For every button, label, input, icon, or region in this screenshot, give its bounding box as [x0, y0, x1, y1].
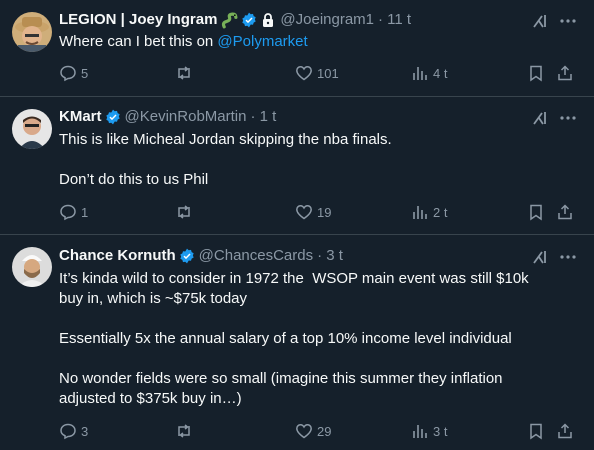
reply-count: 5 — [81, 65, 89, 81]
bookmark-button[interactable] — [527, 63, 545, 83]
views-button[interactable]: 4 t — [411, 63, 447, 83]
tweet-header: LEGION | Joey Ingram @Joeingram1 · 11 t — [59, 10, 411, 30]
retweet-icon — [178, 205, 190, 219]
mention-link[interactable]: @Polymarket — [217, 33, 307, 50]
timestamp[interactable]: · 11 t — [378, 10, 411, 30]
retweet-icon — [178, 424, 190, 438]
tweet-text: Where can I bet this on @Polymarket — [59, 32, 539, 52]
reply-icon — [60, 423, 76, 440]
reply-count: 3 — [81, 423, 89, 439]
reply-feed: LEGION | Joey Ingram @Joeingram1 · 11 t — [0, 0, 594, 450]
share-button[interactable] — [556, 421, 574, 441]
share-icon — [558, 204, 572, 220]
verified-badge-icon — [180, 248, 194, 264]
like-button[interactable]: 19 — [295, 202, 331, 222]
lock-icon — [263, 13, 274, 27]
tweet-text-prefix: Where can I bet this on — [59, 33, 218, 50]
like-count: 101 — [317, 65, 339, 81]
tweet-1[interactable]: LEGION | Joey Ingram @Joeingram1 · 11 t — [0, 0, 594, 96]
grok-icon[interactable] — [531, 248, 549, 266]
heart-icon — [296, 424, 312, 439]
author-handle[interactable]: @Joeingram1 — [280, 10, 374, 30]
bookmark-icon — [530, 423, 542, 440]
retweet-icon — [178, 66, 190, 80]
reply-icon — [60, 204, 76, 221]
author-name[interactable]: Chance Kornuth — [59, 246, 176, 266]
tweet-actions: 5 101 4 t — [59, 63, 579, 83]
bookmark-button[interactable] — [527, 202, 545, 222]
avatar[interactable] — [12, 12, 52, 52]
reply-button[interactable]: 3 — [59, 421, 88, 441]
author-name[interactable]: LEGION | Joey Ingram — [59, 10, 217, 30]
tweet-text: This is like Micheal Jordan skipping the… — [59, 131, 392, 188]
reply-icon — [60, 65, 76, 82]
views-button[interactable]: 2 t — [411, 202, 447, 222]
views-chart-icon — [413, 206, 427, 219]
like-count: 29 — [317, 423, 332, 439]
views-chart-icon — [413, 67, 427, 80]
retweet-button[interactable] — [175, 202, 193, 222]
grok-icon[interactable] — [531, 109, 549, 127]
more-options-icon[interactable] — [559, 109, 577, 127]
verified-badge-icon — [105, 109, 120, 125]
tweet-2[interactable]: KMart @KevinRobMartin · 1 t This is like… — [0, 97, 594, 234]
heart-icon — [296, 66, 312, 81]
tweet-header: Chance Kornuth @ChancesCards · 3 t — [59, 246, 343, 266]
share-button[interactable] — [556, 63, 574, 83]
author-name[interactable]: KMart — [59, 107, 102, 127]
bookmark-icon — [530, 65, 542, 82]
heart-icon — [296, 205, 312, 220]
like-count: 19 — [317, 204, 332, 220]
author-handle[interactable]: @ChancesCards — [199, 246, 313, 266]
view-count: 2 t — [433, 204, 448, 220]
share-icon — [558, 65, 572, 81]
view-count: 3 t — [433, 423, 448, 439]
tweet-header: KMart @KevinRobMartin · 1 t — [59, 107, 276, 127]
like-button[interactable]: 29 — [295, 421, 331, 441]
reply-button[interactable]: 1 — [59, 202, 88, 222]
tweet-text: It’s kinda wild to consider in 1972 the … — [59, 270, 529, 407]
more-options-icon[interactable] — [559, 12, 577, 30]
more-options-icon[interactable] — [559, 248, 577, 266]
author-handle[interactable]: @KevinRobMartin — [125, 107, 247, 127]
reply-count: 1 — [81, 204, 89, 220]
tweet-3[interactable]: Chance Kornuth @ChancesCards · 3 t It’s … — [0, 235, 594, 450]
timestamp[interactable]: · 1 t — [250, 107, 276, 127]
verified-badge-icon — [242, 12, 257, 28]
grok-icon[interactable] — [531, 12, 549, 30]
tweet-actions: 3 29 3 t — [59, 421, 579, 441]
views-chart-icon — [413, 425, 427, 438]
retweet-button[interactable] — [175, 63, 193, 83]
reply-button[interactable]: 5 — [59, 63, 88, 83]
share-button[interactable] — [556, 202, 574, 222]
retweet-button[interactable] — [175, 421, 193, 441]
timestamp[interactable]: · 3 t — [317, 246, 343, 266]
avatar[interactable] — [12, 109, 52, 149]
snake-emoji-icon — [222, 12, 238, 28]
bookmark-button[interactable] — [527, 421, 545, 441]
like-button[interactable]: 101 — [295, 63, 339, 83]
avatar[interactable] — [12, 247, 52, 287]
share-icon — [558, 423, 572, 439]
view-count: 4 t — [433, 65, 448, 81]
views-button[interactable]: 3 t — [411, 421, 447, 441]
tweet-actions: 1 19 2 t — [59, 202, 579, 222]
bookmark-icon — [530, 204, 542, 221]
